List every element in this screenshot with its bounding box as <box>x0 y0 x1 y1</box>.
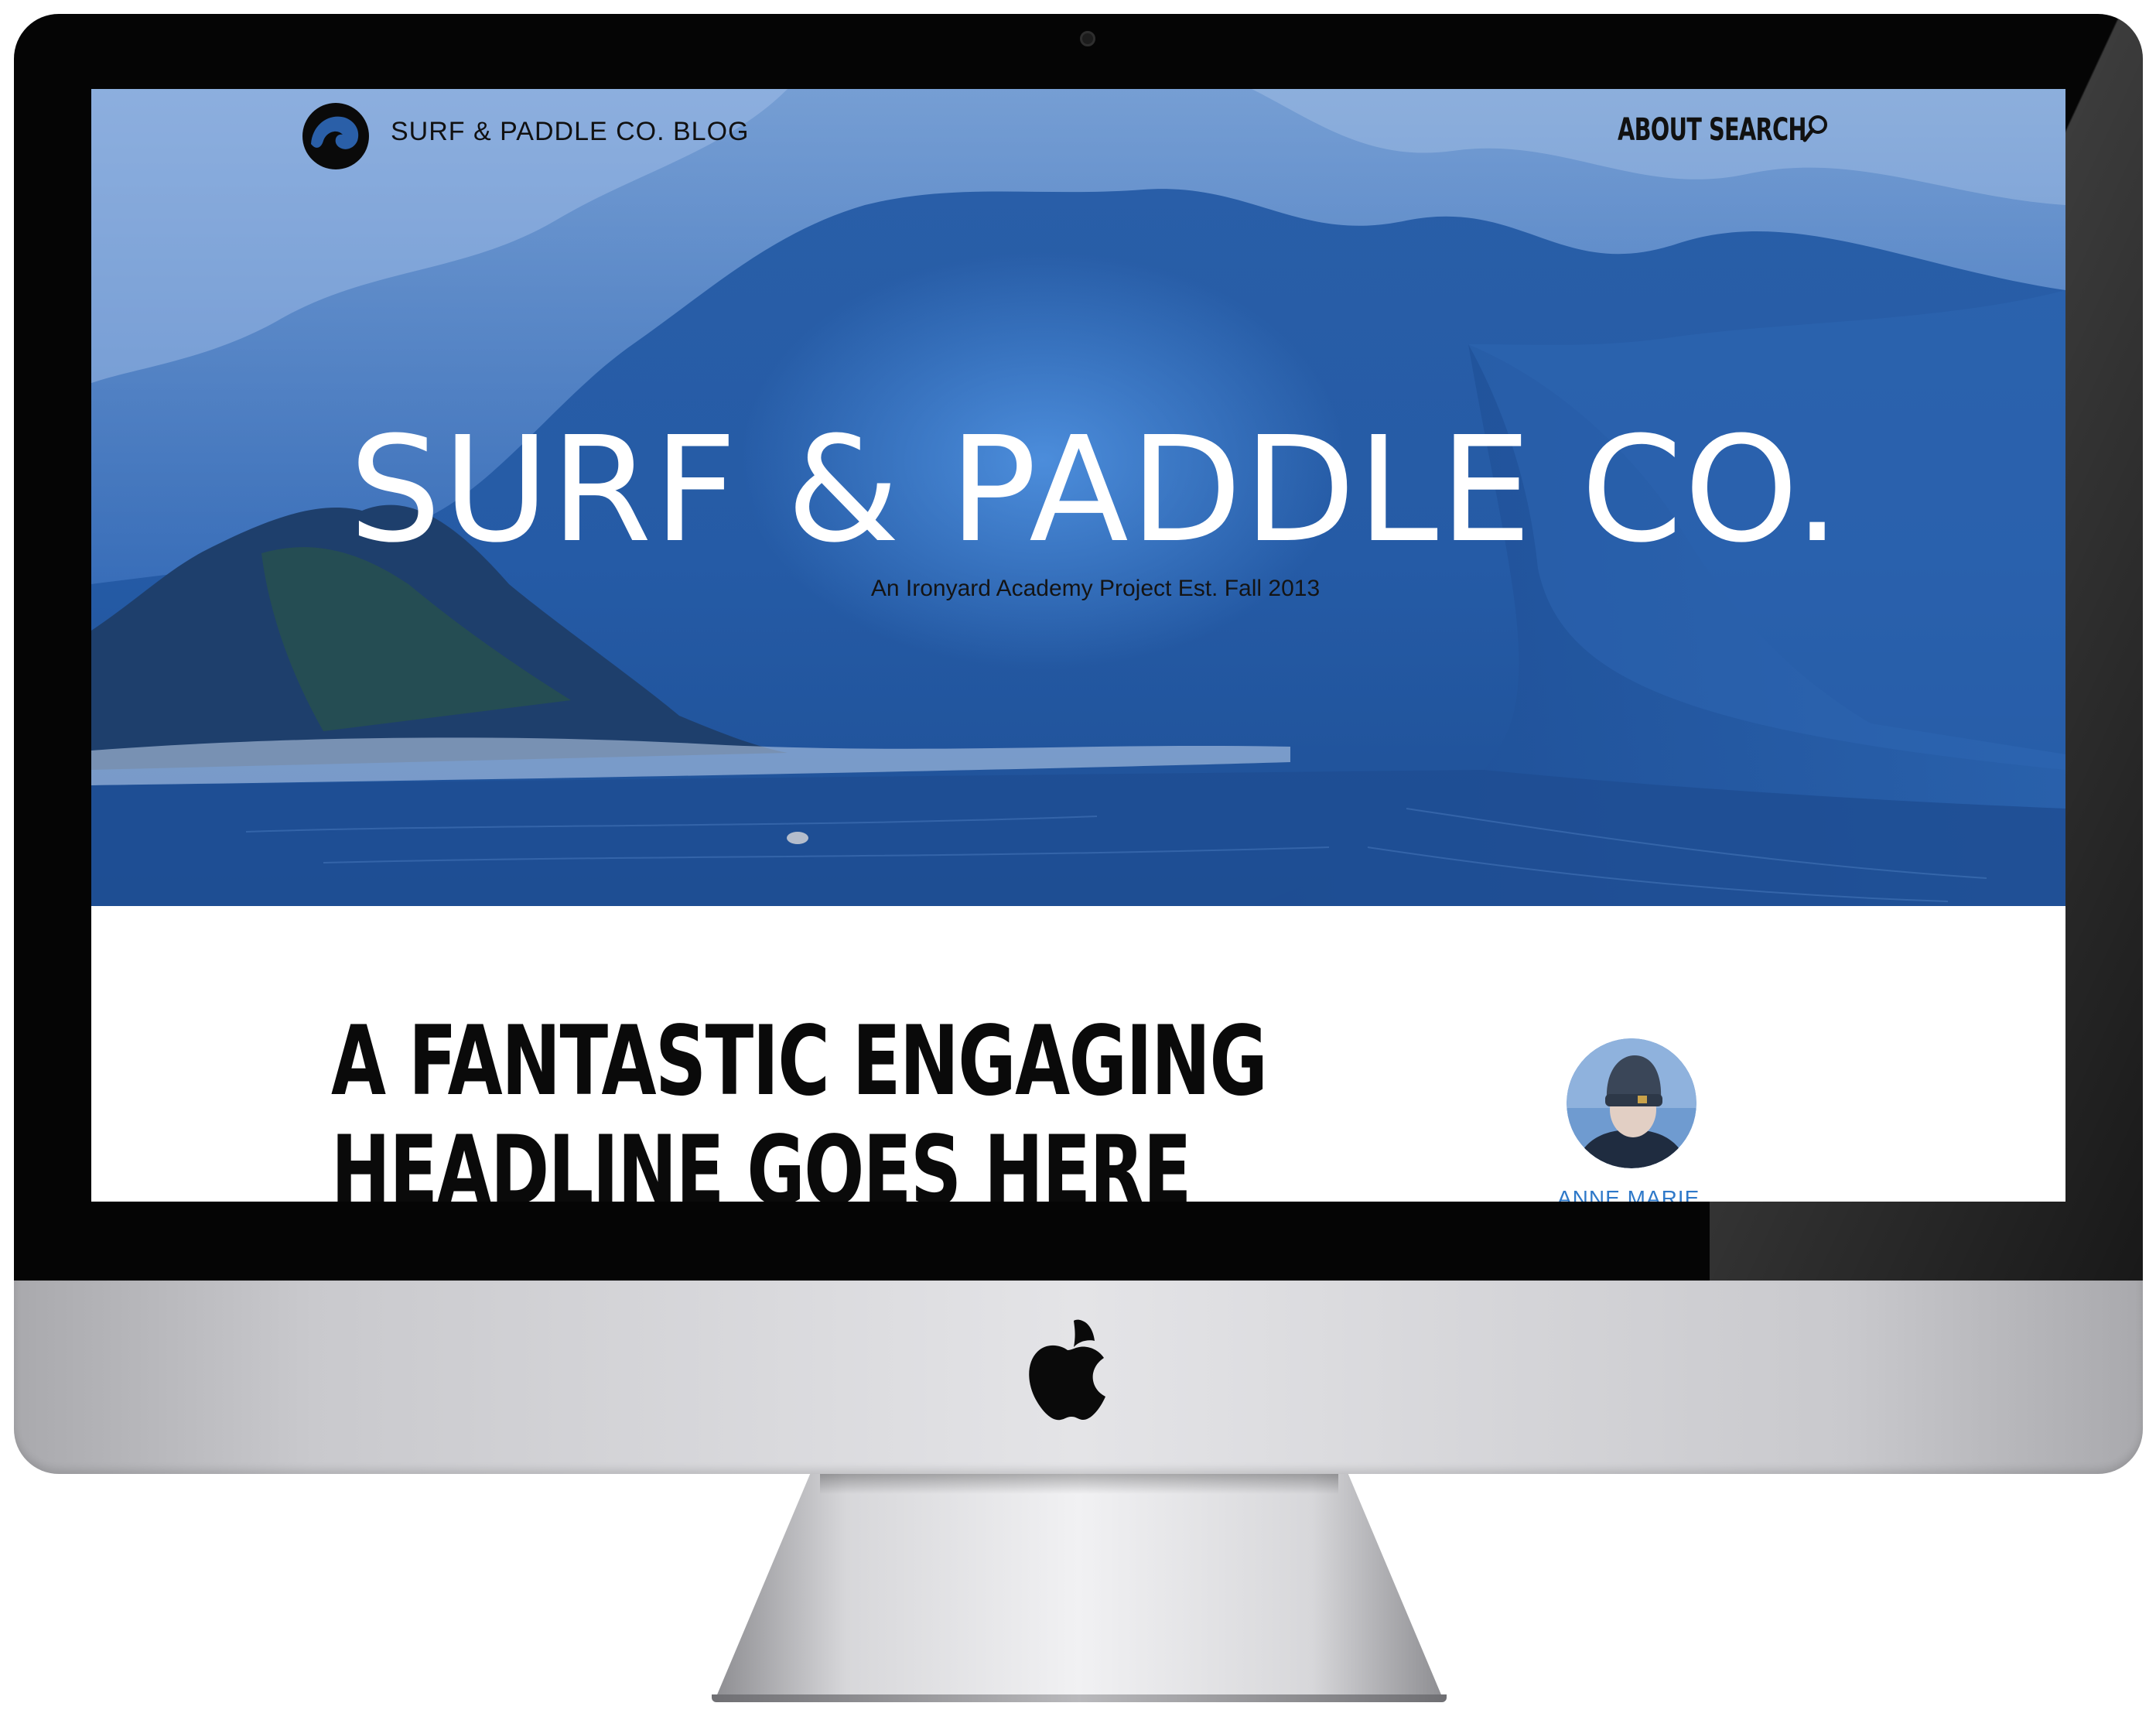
apple-icon <box>1029 1319 1105 1421</box>
browser-viewport: SURF & PADDLE CO. BLOG ABOUT SEARCH SURF… <box>91 89 2065 1202</box>
author-name-link[interactable]: ANNE MARIE <box>1557 1186 1700 1202</box>
post-preview: A FANTASTIC ENGAGING HEADLINE GOES HERE … <box>91 906 2065 1202</box>
post-headline[interactable]: A FANTASTIC ENGAGING HEADLINE GOES HERE <box>331 1006 1268 1202</box>
hero-title: SURF & PADDLE CO. <box>349 405 1842 575</box>
post-headline-line-2: HEADLINE GOES HERE <box>331 1116 1191 1202</box>
post-headline-line-1: A FANTASTIC ENGAGING <box>331 1006 1268 1117</box>
search-icon[interactable] <box>1802 114 1829 145</box>
site-brand-link[interactable]: SURF & PADDLE CO. BLOG <box>391 117 749 147</box>
camera-icon <box>1080 31 1095 46</box>
hero-banner: SURF & PADDLE CO. BLOG ABOUT SEARCH SURF… <box>91 89 2065 906</box>
stand-shadow <box>820 1474 1338 1494</box>
monitor-stand <box>716 1474 1443 1698</box>
hero-tagline: An Ironyard Academy Project Est. Fall 20… <box>870 576 1321 601</box>
author-avatar[interactable] <box>1567 1038 1696 1168</box>
nav-search-link[interactable]: SEARCH <box>1709 112 1807 148</box>
nav-about-link[interactable]: ABOUT <box>1618 112 1702 148</box>
stand-base <box>712 1694 1447 1702</box>
wave-logo-icon[interactable] <box>300 101 371 172</box>
